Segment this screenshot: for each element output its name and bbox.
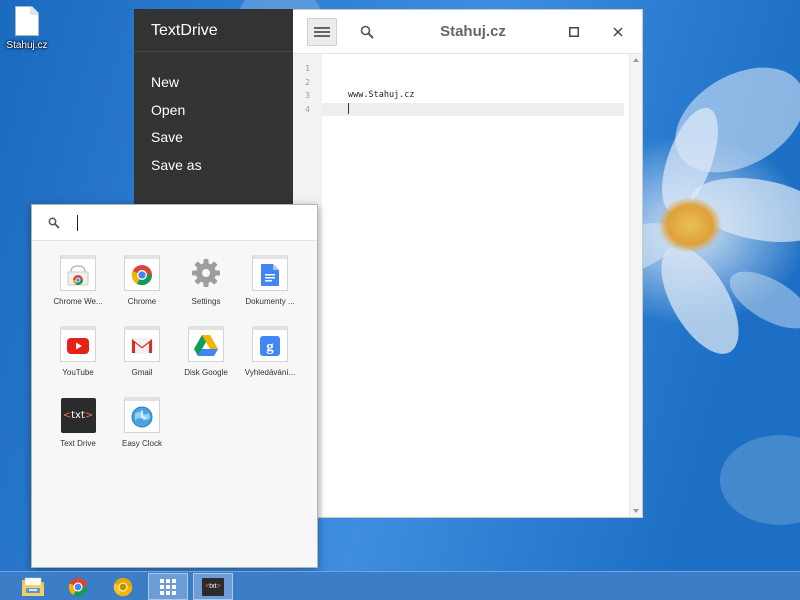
taskbar-app-launcher[interactable] <box>148 573 188 600</box>
line-number: 4 <box>305 104 310 114</box>
app-tile-google-docs[interactable]: Dokumenty ... <box>240 255 300 313</box>
text-line: www.Stahuj.cz <box>348 90 415 100</box>
easy-clock-icon <box>124 397 160 433</box>
app-label: Chrome <box>127 297 157 306</box>
chrome-web-store-icon <box>60 255 96 291</box>
app-tile-gmail[interactable]: Gmail <box>112 326 172 384</box>
app-label: Vyhledávání... <box>244 368 296 377</box>
vertical-scrollbar[interactable] <box>629 54 642 517</box>
app-label: Disk Google <box>184 368 228 377</box>
app-label: Gmail <box>131 368 153 377</box>
scroll-up-arrow-icon[interactable] <box>633 58 639 62</box>
launcher-search-bar <box>32 205 317 241</box>
text-drive-icon: < txt > <box>60 397 96 433</box>
maximize-icon <box>569 27 579 37</box>
app-label: YouTube <box>62 368 94 377</box>
file-menu: New Open Save Save as <box>134 52 293 179</box>
app-tile-youtube[interactable]: YouTube <box>48 326 108 384</box>
menu-item-save-as[interactable]: Save as <box>134 152 293 180</box>
desktop-file-stahuj[interactable]: Stahuj.cz <box>4 6 50 56</box>
text-area[interactable]: www.Stahuj.cz <box>322 54 624 517</box>
file-manager-icon <box>22 577 44 596</box>
google-search-icon: g <box>252 326 288 362</box>
search-icon <box>360 25 374 39</box>
document-title: Stahuj.cz <box>440 23 506 40</box>
scroll-down-arrow-icon[interactable] <box>633 509 639 513</box>
gear-icon <box>188 255 224 291</box>
app-label: Dokumenty ... <box>245 297 295 306</box>
menu-item-open[interactable]: Open <box>134 97 293 125</box>
app-label: Chrome We... <box>53 297 103 306</box>
text-line <box>322 62 624 76</box>
app-label: Settings <box>191 297 221 306</box>
chrome-canary-icon <box>113 577 133 596</box>
maximize-button[interactable] <box>563 21 585 43</box>
editor-toolbar: Stahuj.cz <box>293 10 642 54</box>
document-icon <box>15 6 39 36</box>
menu-item-new[interactable]: New <box>134 69 293 97</box>
search-icon <box>48 217 60 229</box>
text-caret <box>348 102 349 114</box>
app-tile-google-drive[interactable]: Disk Google <box>176 326 236 384</box>
hamburger-icon <box>314 27 330 37</box>
text-line <box>322 76 624 90</box>
search-button[interactable] <box>355 20 379 44</box>
launcher-search-input[interactable] <box>76 213 296 233</box>
app-label: Easy Clock <box>121 439 162 448</box>
chrome-icon <box>124 255 160 291</box>
line-number: 1 <box>305 64 310 73</box>
close-button[interactable] <box>607 21 629 43</box>
taskbar-chrome[interactable] <box>58 573 98 600</box>
taskbar-text-drive[interactable]: < txt > <box>193 573 233 600</box>
svg-text:g: g <box>266 339 274 355</box>
menu-toggle-button[interactable] <box>307 18 337 46</box>
youtube-icon <box>60 326 96 362</box>
app-tile-easy-clock[interactable]: Easy Clock <box>112 397 172 455</box>
app-tile-text-drive[interactable]: < txt > Text Drive <box>48 397 108 455</box>
app-tile-chrome-web-store[interactable]: Chrome We... <box>48 255 108 313</box>
editor-pane: Stahuj.cz 1 2 3 4 www.Stahuj.cz <box>293 9 643 518</box>
line-number: 2 <box>305 77 310 87</box>
app-tile-settings[interactable]: Settings <box>176 255 236 313</box>
google-drive-icon <box>188 326 224 362</box>
desktop-file-label: Stahuj.cz <box>6 40 48 51</box>
taskbar-chrome-canary[interactable] <box>103 573 143 600</box>
menu-item-save[interactable]: Save <box>134 124 293 152</box>
app-launcher-icon <box>160 578 176 595</box>
google-docs-icon <box>252 255 288 291</box>
app-title: TextDrive <box>134 9 293 52</box>
text-drive-icon: < txt > <box>202 577 224 596</box>
active-text-line <box>322 102 624 116</box>
gmail-icon <box>124 326 160 362</box>
taskbar: < txt > <box>0 571 800 600</box>
taskbar-file-manager[interactable] <box>13 573 53 600</box>
app-label: Text Drive <box>60 439 96 448</box>
app-tile-chrome[interactable]: Chrome <box>112 255 172 313</box>
text-caret <box>77 215 78 231</box>
app-launcher: Chrome We... Chrome Settings Dokumenty .… <box>31 204 318 568</box>
chrome-icon <box>68 577 88 596</box>
app-tile-google-search[interactable]: g Vyhledávání... <box>240 326 300 384</box>
close-icon <box>613 27 623 37</box>
line-number: 3 <box>305 91 310 100</box>
